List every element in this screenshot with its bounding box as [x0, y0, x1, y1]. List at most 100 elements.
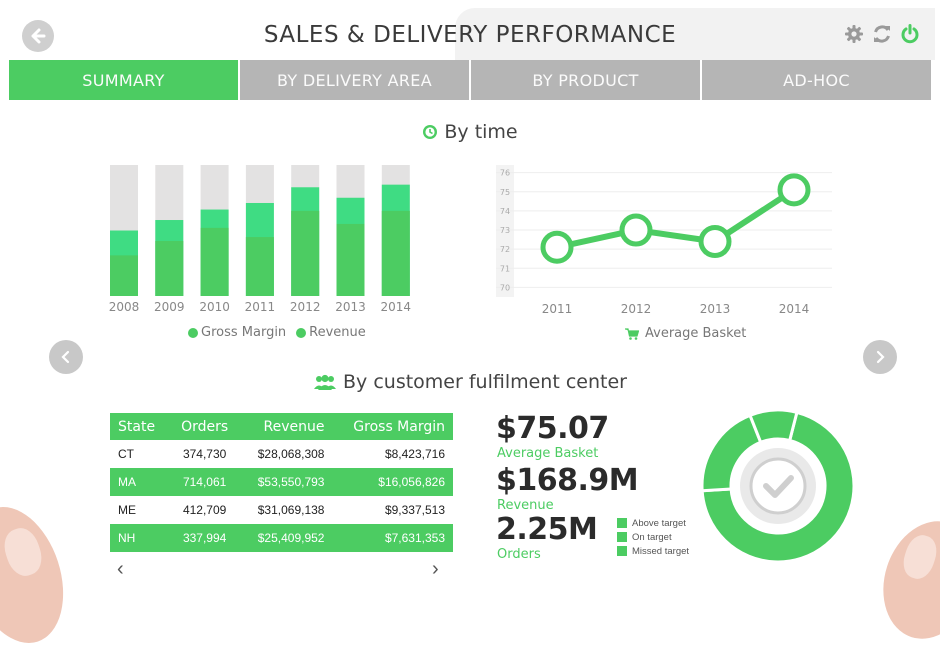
carousel-prev-button[interactable]: [49, 340, 83, 374]
column-header-orders[interactable]: Orders: [169, 413, 240, 440]
x-tick-label: 2013: [700, 302, 731, 316]
x-tick-label: 2012: [290, 300, 321, 314]
column-header-gross-margin[interactable]: Gross Margin: [332, 413, 453, 440]
y-tick-label: 70: [500, 283, 510, 292]
x-tick-label: 2011: [542, 302, 573, 316]
kpi-average-basket-value: $75.07: [496, 411, 609, 446]
x-tick-label: 2014: [779, 302, 810, 316]
toolbar: [844, 24, 920, 44]
table-row[interactable]: MA 714,061 $53,550,793 $16,056,826: [110, 468, 453, 496]
legend-swatch-icon: [617, 518, 627, 528]
x-tick-label: 2008: [109, 300, 140, 314]
table-cell: MA: [110, 468, 170, 496]
bar-gross-margin: [110, 255, 138, 296]
right-hand-decoration: [868, 509, 940, 651]
table-cell: 374,730: [182, 447, 227, 461]
table-cell: ME: [118, 503, 136, 517]
bar-gross-margin: [155, 240, 184, 296]
table-header-row: State Orders Revenue Gross Margin: [110, 413, 453, 440]
bar-chart-legend: Gross Margin Revenue: [188, 325, 366, 340]
legend-label-gross-margin: Gross Margin: [201, 325, 287, 340]
section-title-by-center-label: By customer fulfilment center: [343, 371, 627, 393]
x-tick-label: 2013: [335, 300, 366, 314]
donut-legend-label: On target: [632, 531, 672, 543]
legend-item-average-basket: Average Basket: [625, 326, 746, 341]
bar-gross-margin: [381, 210, 410, 296]
donut-legend-item: Above target: [617, 516, 689, 530]
y-tick-label: 76: [500, 169, 510, 178]
x-tick-label: 2012: [621, 302, 652, 316]
table-prev-page-button[interactable]: ‹: [117, 558, 124, 581]
table-row[interactable]: CT 374,730 $28,068,308 $8,423,716: [110, 440, 453, 468]
y-tick-label: 74: [500, 207, 510, 216]
kpi-orders-label: Orders: [497, 547, 541, 562]
data-point: [698, 225, 732, 259]
donut-chart: [700, 408, 856, 564]
table-cell: $9,337,513: [384, 503, 445, 517]
chevron-left-icon: [61, 350, 70, 364]
table-cell: $53,550,793: [239, 468, 333, 496]
clock-icon: [423, 125, 438, 139]
table-cell: $25,409,952: [239, 524, 333, 552]
x-tick-label: 2011: [245, 300, 276, 314]
bar-gross-margin: [245, 237, 274, 296]
tab-by-delivery-area[interactable]: BY DELIVERY AREA: [240, 60, 469, 100]
kpi-average-basket-label: Average Basket: [497, 446, 599, 461]
bar-gross-margin: [291, 210, 320, 296]
legend-item-gross-margin: Gross Margin: [188, 325, 286, 340]
y-tick-label: 75: [500, 188, 510, 197]
x-tick-label: 2010: [199, 300, 230, 314]
table-cell: 337,994: [169, 524, 240, 552]
table-next-page-button[interactable]: ›: [432, 558, 439, 581]
section-title-by-time: By time: [0, 121, 940, 143]
table-cell: 714,061: [169, 468, 240, 496]
column-header-revenue[interactable]: Revenue: [239, 413, 333, 440]
line-chart: 70 71 72 73 74 75 76 2011 2012 2013 2014: [496, 165, 832, 316]
table-row[interactable]: NH 337,994 $25,409,952 $7,631,353: [110, 524, 453, 552]
table-cell: $7,631,353: [332, 524, 453, 552]
chevron-right-icon: [876, 350, 885, 364]
donut-legend: Above target On target Missed target: [617, 516, 689, 558]
legend-label-average-basket: Average Basket: [645, 326, 747, 341]
table-cell: 412,709: [182, 503, 227, 517]
data-point: [540, 230, 574, 264]
x-tick-label: 2009: [154, 300, 185, 314]
legend-dot-icon: [296, 327, 307, 338]
page-title: SALES & DELIVERY PERFORMANCE: [263, 22, 677, 48]
section-title-by-center: By customer fulfilment center: [0, 371, 940, 393]
check-icon: [749, 457, 807, 515]
line-chart-legend: Average Basket: [625, 326, 746, 341]
y-tick-label: 71: [500, 264, 510, 273]
cart-icon: [625, 327, 639, 340]
donut-legend-item: Missed target: [617, 544, 689, 558]
refresh-icon[interactable]: [872, 24, 892, 44]
power-icon[interactable]: [900, 24, 920, 44]
legend-dot-icon: [188, 327, 198, 338]
tab-bar: SUMMARY BY DELIVERY AREA BY PRODUCT AD-H…: [9, 60, 931, 100]
data-point: [777, 173, 811, 207]
series-line-average-basket: [556, 187, 796, 251]
kpi-revenue-label: Revenue: [497, 498, 554, 513]
gear-icon[interactable]: [844, 24, 864, 44]
table-cell: $28,068,308: [257, 447, 325, 461]
left-hand-decoration: [0, 494, 80, 655]
y-tick-label: 73: [500, 226, 510, 235]
tab-ad-hoc[interactable]: AD-HOC: [702, 60, 931, 100]
legend-swatch-icon: [617, 532, 627, 542]
table-cell: $8,423,716: [384, 447, 445, 461]
table-row[interactable]: ME 412,709 $31,069,138 $9,337,513: [110, 496, 453, 524]
header-bar: SALES & DELIVERY PERFORMANCE: [0, 0, 940, 60]
table-cell: CT: [118, 447, 134, 461]
x-tick-label: 2014: [381, 300, 412, 314]
column-header-state[interactable]: State: [110, 413, 170, 440]
users-icon: [314, 374, 337, 390]
data-point: [619, 213, 653, 247]
tab-by-product[interactable]: BY PRODUCT: [471, 60, 700, 100]
kpi-orders-value: 2.25M: [496, 512, 598, 547]
tab-summary[interactable]: SUMMARY: [9, 60, 238, 100]
legend-swatch-icon: [617, 546, 627, 556]
bar-chart: 2008 2009 2010 2011 2012 2013 2014: [109, 165, 412, 314]
table-cell: NH: [110, 524, 170, 552]
table-cell: $31,069,138: [257, 503, 325, 517]
carousel-next-button[interactable]: [863, 340, 897, 374]
